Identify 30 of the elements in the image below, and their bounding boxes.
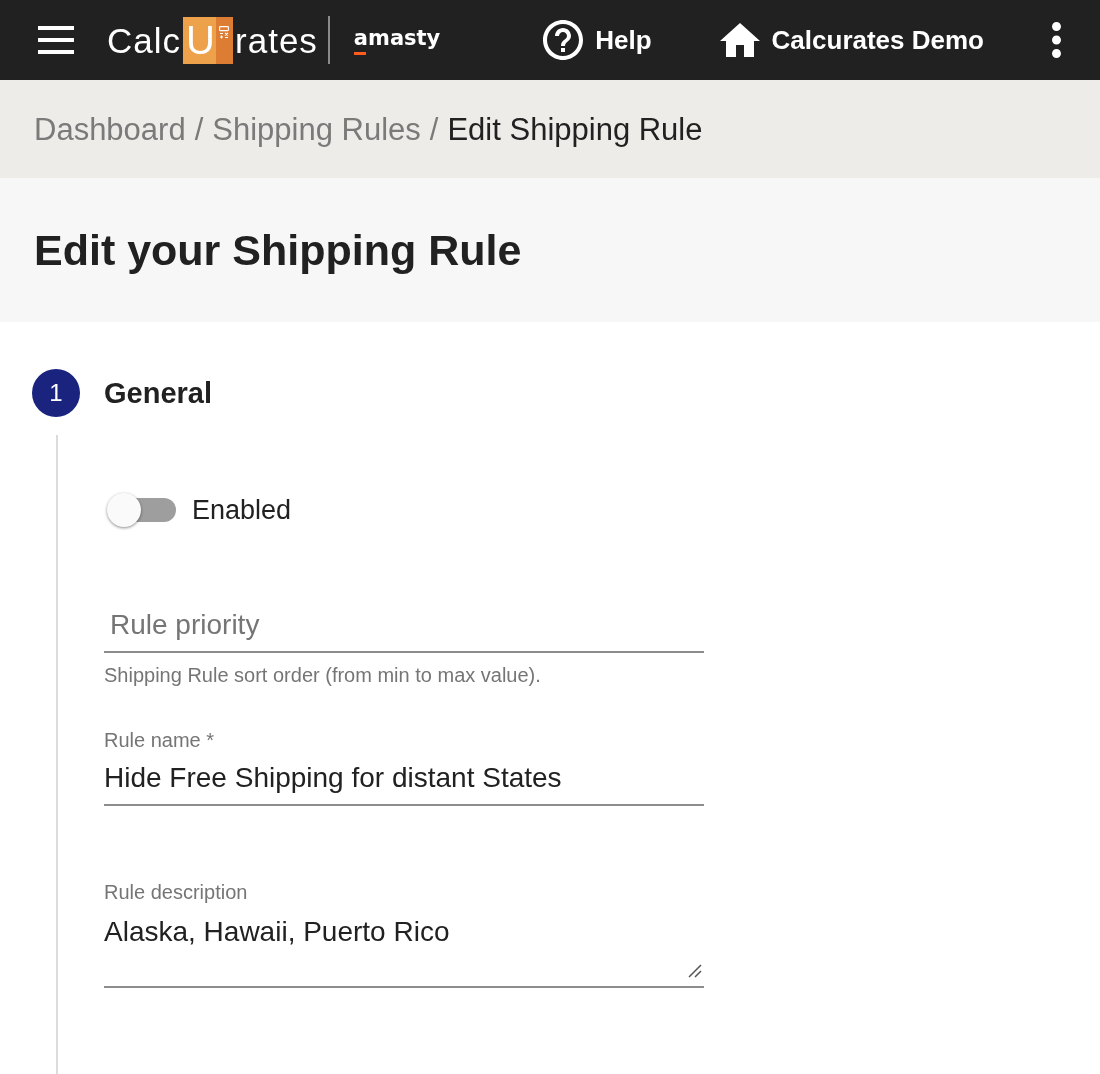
menu-button[interactable] <box>38 26 74 54</box>
menu-icon <box>38 26 74 54</box>
helper-text: Shipping Rule sort order (from min to max value). <box>104 663 542 687</box>
field-label: Rule description <box>104 880 249 904</box>
breadcrumb-link[interactable]: Dashboard <box>34 113 186 145</box>
text-field[interactable]: Hide Free Shipping for distant States <box>104 752 704 806</box>
resize-handle-icon[interactable] <box>688 964 702 978</box>
breadcrumb-separator: / <box>429 113 439 145</box>
more-vertical-icon <box>1052 22 1061 58</box>
home-icon <box>719 23 760 57</box>
partner-logo: amasty <box>353 25 441 55</box>
textarea-field[interactable]: Alaska, Hawaii, Puerto Rico <box>104 904 704 988</box>
step-title: General <box>104 378 212 408</box>
toggle-label: Enabled <box>192 496 292 524</box>
breadcrumb-current: Edit Shipping Rule <box>447 113 703 145</box>
help-button[interactable]: Help <box>543 20 652 60</box>
help-icon <box>543 20 584 60</box>
step-number: 1 <box>32 369 80 417</box>
logo-letter: U <box>186 19 215 60</box>
page-title: Edit your Shipping Rule <box>34 228 522 272</box>
calculator-icon <box>219 25 230 40</box>
logo-text: Calc <box>107 22 182 58</box>
toggle-switch[interactable] <box>107 493 176 527</box>
store-button[interactable]: Calcurates Demo <box>719 23 984 57</box>
more-button[interactable] <box>1052 22 1061 58</box>
text-field[interactable]: Rule priority <box>104 603 704 653</box>
logo-text: rates <box>235 22 318 58</box>
field-label: Rule name * <box>104 728 216 752</box>
breadcrumb-link[interactable]: Shipping Rules <box>212 113 421 145</box>
breadcrumb-separator: / <box>194 113 204 145</box>
